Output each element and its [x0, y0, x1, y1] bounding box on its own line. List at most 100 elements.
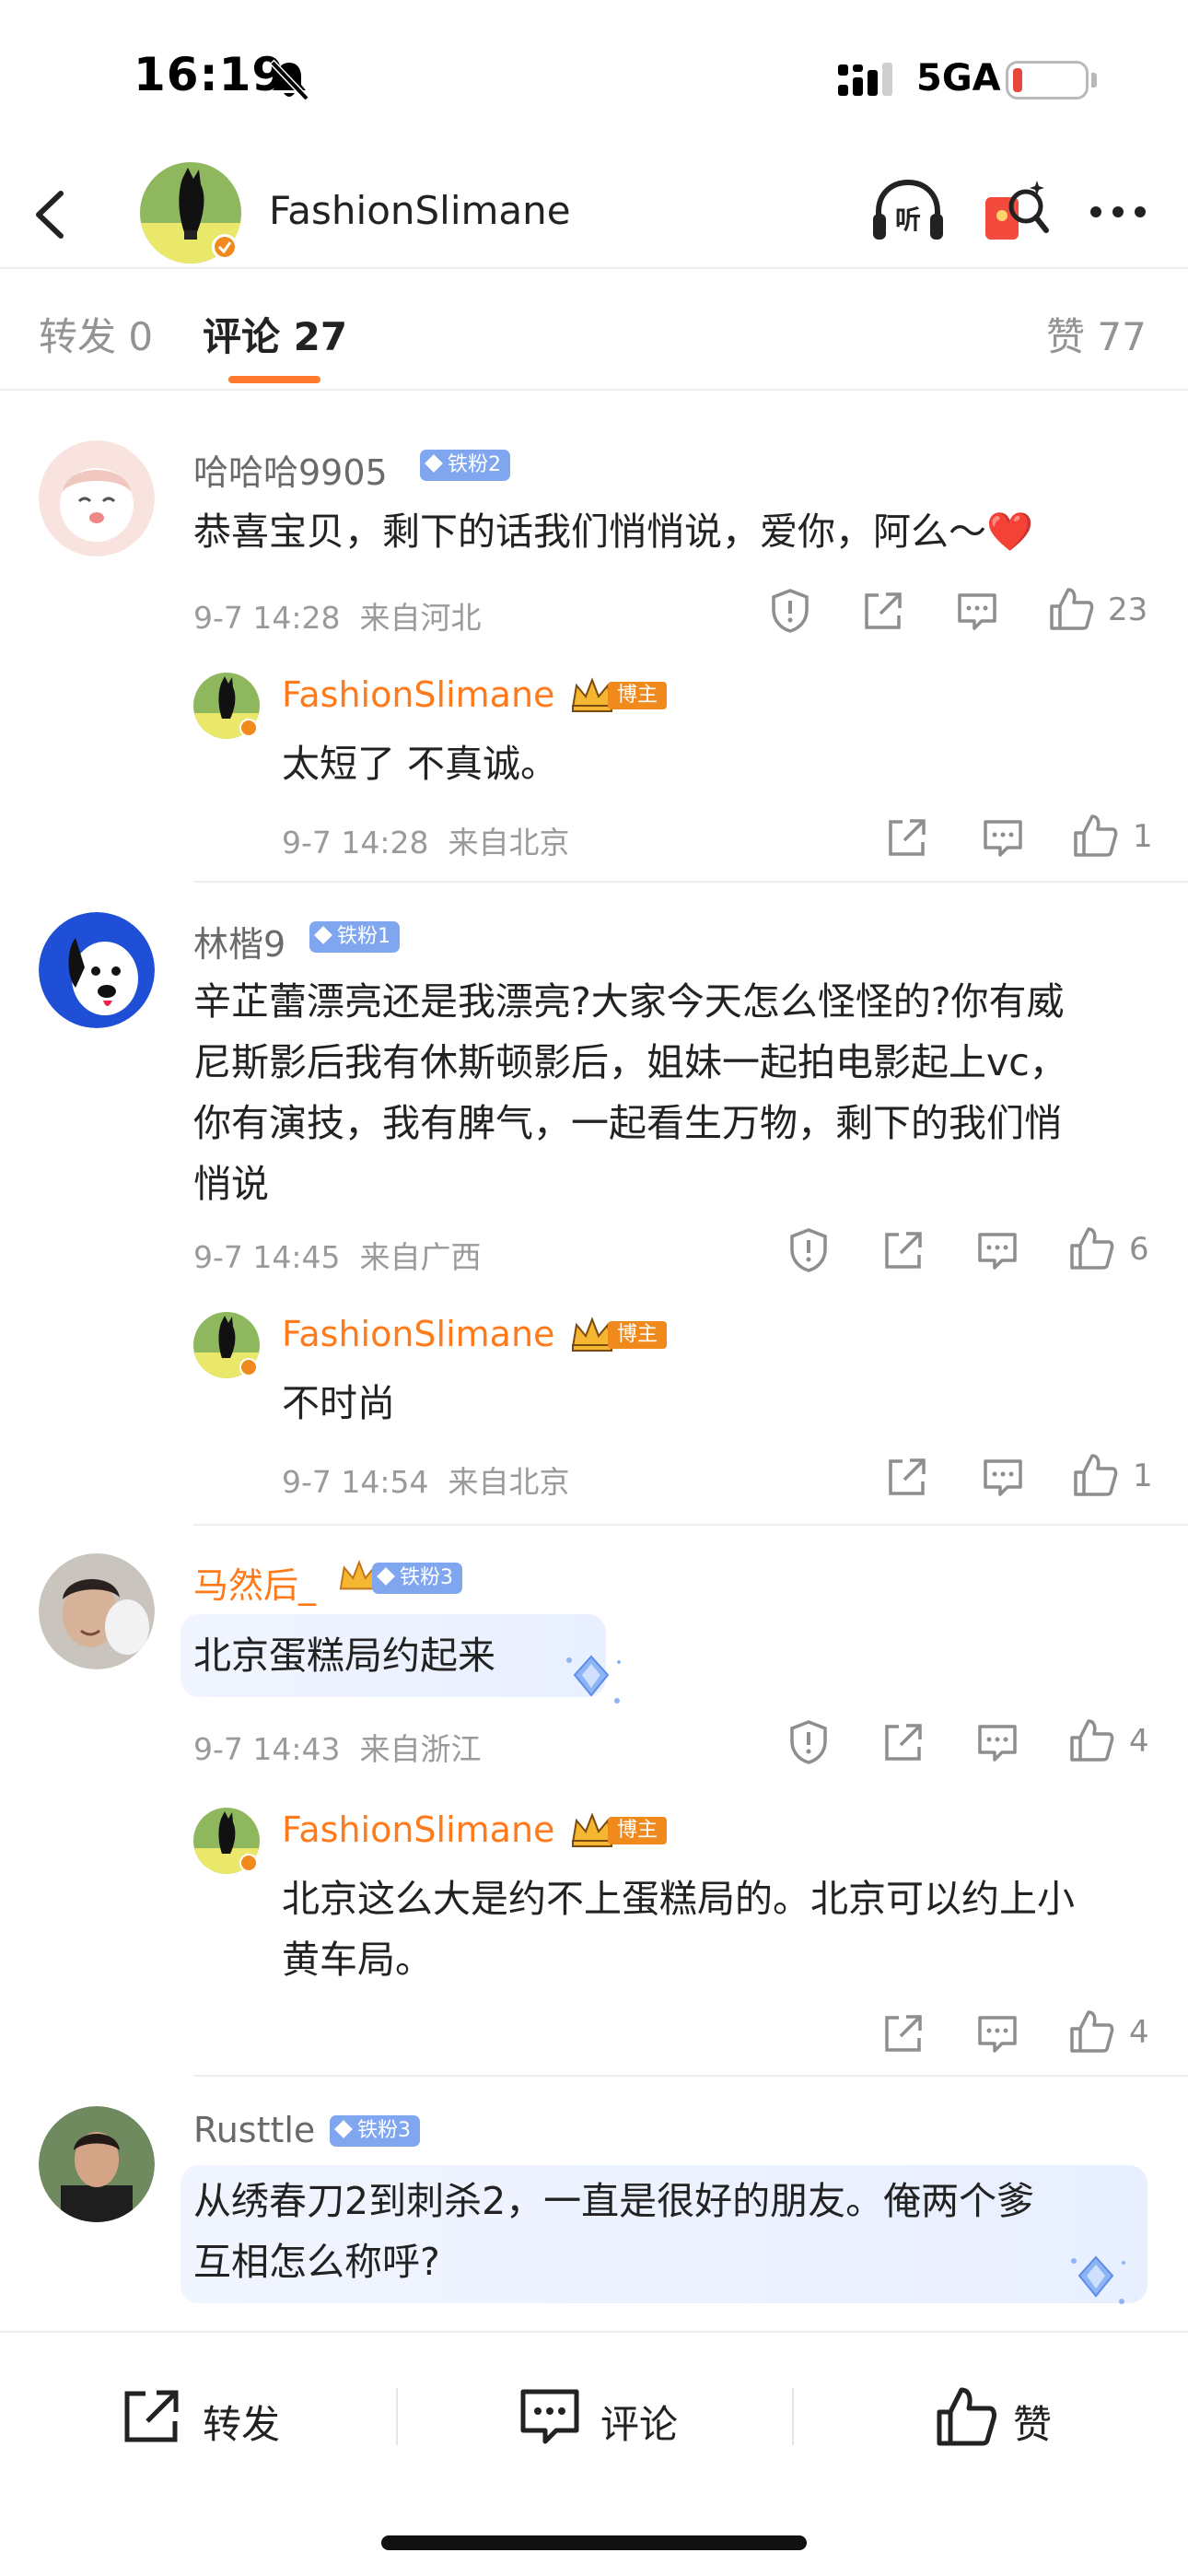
avatar[interactable] [39, 440, 155, 556]
divider [193, 1524, 1188, 1526]
tab-like[interactable]: 赞 77 [1046, 306, 1147, 362]
reply-meta: 9-7 14:28 来自北京 [282, 818, 569, 862]
separator [396, 2388, 398, 2445]
like-icon[interactable] [1068, 2008, 1114, 2055]
like-count: 4 [1129, 2014, 1149, 2051]
host-badge-label: 博主 [608, 682, 668, 709]
diamond-icon [377, 1567, 395, 1586]
comment-button[interactable]: 评论 [518, 2386, 693, 2451]
comment-text-line: 辛芷蕾漂亮还是我漂亮?大家今天怎么怪怪的?你有威 [193, 979, 1065, 1024]
diamond-sparkle-icon [1071, 2255, 1125, 2304]
red-packet-icon[interactable] [982, 177, 1050, 247]
share-icon[interactable] [862, 590, 904, 632]
share-icon[interactable] [882, 1229, 925, 1271]
battery-tip [1091, 73, 1097, 88]
comment-text: 恭喜宝贝，剩下的话我们悄悄说，爱你，阿么～❤️ [193, 509, 1034, 554]
comment-username[interactable]: 哈哈哈9905 [193, 444, 388, 495]
more-icon[interactable] [1085, 184, 1151, 240]
avatar[interactable] [193, 1312, 260, 1378]
comment-icon[interactable] [976, 1723, 1019, 1763]
comment-text-line: 你有演技，我有脾气，一起看生万物，剩下的我们悄 [193, 1101, 1062, 1145]
avatar[interactable] [193, 673, 260, 739]
share-icon[interactable] [882, 1721, 925, 1763]
reply-time: 9-7 14:28 [282, 825, 429, 861]
diamond-icon [314, 926, 332, 944]
tab-active-indicator [228, 376, 320, 383]
comment-text: 从绣春刀2到刺杀2，一直是很好的朋友。俺两个爹 互相怎么称呼? [193, 2171, 1151, 2292]
comment-text: 辛芷蕾漂亮还是我漂亮?大家今天怎么怪怪的?你有威 尼斯影后我有休斯顿影后，姐妹一… [193, 971, 1170, 1214]
reply-time: 9-7 14:54 [282, 1464, 429, 1500]
fan-badge-label: 铁粉3 [400, 1566, 453, 1589]
reply-username[interactable]: FashionSlimane [282, 1314, 554, 1354]
reply-text-line: 北京这么大是约不上蛋糕局的。北京可以约上小 [282, 1877, 1075, 1921]
reply-username[interactable]: FashionSlimane [282, 674, 554, 715]
comment-location: 来自河北 [359, 600, 482, 636]
like-count: 1 [1133, 1458, 1153, 1494]
comment-time: 9-7 14:28 [193, 600, 341, 636]
divider [193, 881, 1188, 883]
comment-text-line: 从绣春刀2到刺杀2，一直是很好的朋友。俺两个爹 [193, 2179, 1035, 2223]
share-icon[interactable] [886, 1456, 928, 1498]
fan-badge: 铁粉2 [420, 450, 510, 481]
host-badge-label: 博主 [608, 1321, 668, 1349]
comment-label: 评论 [600, 2402, 679, 2447]
battery-icon [1006, 61, 1089, 100]
avatar[interactable] [140, 162, 241, 263]
like-count: 6 [1129, 1231, 1149, 1268]
separator [792, 2388, 794, 2445]
comment-icon[interactable] [982, 818, 1024, 859]
comment-username[interactable]: 马然后_ [193, 1557, 316, 1608]
host-badge-label: 博主 [608, 1817, 668, 1844]
like-icon[interactable] [1072, 1452, 1118, 1498]
network-label: 5GA [916, 57, 1001, 100]
page-title[interactable]: FashionSlimane [269, 188, 571, 233]
reply-location: 来自北京 [448, 825, 570, 861]
comment-meta: 9-7 14:45 来自广西 [193, 1233, 481, 1277]
comment-location: 来自广西 [359, 1239, 482, 1275]
comment-meta: 9-7 14:43 来自浙江 [193, 1725, 481, 1769]
fan-badge: 铁粉1 [309, 921, 400, 953]
status-time: 16:19 [134, 48, 285, 101]
reply-text-line: 黄车局。 [282, 1938, 433, 1982]
reply-text: 不时尚 [282, 1381, 395, 1425]
share-icon[interactable] [886, 816, 928, 859]
avatar[interactable] [193, 1808, 260, 1874]
fan-badge-label: 铁粉3 [357, 2119, 411, 2142]
tab-repost[interactable]: 转发 0 [39, 306, 153, 362]
like-icon[interactable] [1068, 1717, 1114, 1763]
comment-icon[interactable] [976, 1231, 1019, 1271]
comment-username[interactable]: Rusttle [193, 2110, 315, 2150]
reply-username[interactable]: FashionSlimane [282, 1809, 554, 1850]
like-icon[interactable] [1048, 586, 1094, 632]
home-indicator [381, 2535, 807, 2550]
reply-text: 太短了 不真诚。 [282, 742, 559, 786]
comment-icon[interactable] [982, 1458, 1024, 1498]
like-button[interactable]: 赞 [934, 2386, 1081, 2451]
status-bar: 16:19 5GA [0, 0, 1188, 157]
like-count: 1 [1133, 818, 1153, 855]
comment-icon[interactable] [976, 2014, 1019, 2055]
like-icon[interactable] [1068, 1225, 1114, 1271]
comment-username[interactable]: 林楷9 [193, 916, 285, 966]
comment-meta: 9-7 14:28 来自河北 [193, 593, 481, 638]
comment-location: 来自浙江 [359, 1731, 482, 1767]
tab-comment[interactable]: 评论 27 [203, 306, 347, 362]
fan-badge-label: 铁粉2 [448, 453, 501, 476]
listen-icon[interactable]: 听 [869, 177, 947, 247]
share-icon [124, 2390, 179, 2442]
avatar[interactable] [39, 912, 155, 1028]
avatar[interactable] [39, 1553, 155, 1669]
repost-button[interactable]: 转发 [120, 2386, 295, 2451]
report-icon[interactable] [788, 1227, 829, 1273]
report-icon[interactable] [770, 588, 810, 634]
avatar[interactable] [39, 2106, 155, 2222]
reply-location: 来自北京 [448, 1464, 570, 1500]
report-icon[interactable] [788, 1719, 829, 1765]
comment-time: 9-7 14:43 [193, 1731, 341, 1767]
diamond-icon [334, 2120, 353, 2138]
fan-badge-label: 铁粉1 [337, 925, 390, 948]
comment-icon[interactable] [956, 591, 998, 632]
share-icon[interactable] [882, 2012, 925, 2055]
back-icon[interactable] [26, 182, 77, 247]
like-icon[interactable] [1072, 813, 1118, 859]
